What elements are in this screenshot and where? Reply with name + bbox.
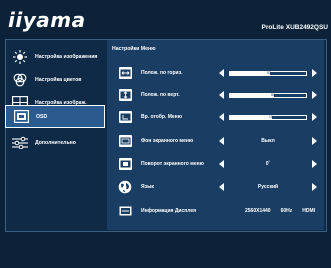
increase-arrow-icon[interactable] <box>312 69 317 77</box>
osd-background-icon <box>119 135 132 147</box>
row-osd-timer[interactable]: Вр. отобр. Меню 15 <box>107 109 324 127</box>
option-value: Выкл <box>261 138 275 144</box>
row-display-info: Информация Дисплея 2560X1440 60Hz HDMI <box>107 203 324 221</box>
color-palette-icon <box>11 72 29 88</box>
row-label: Фон экранного меню <box>141 138 194 144</box>
row-osd-background[interactable]: Фон экранного меню Выкл <box>107 133 324 151</box>
sidebar-item-label: Дополнительно <box>35 139 76 146</box>
model-name: ProLite XUB2492QSU <box>261 24 328 31</box>
option-value: Русский <box>257 184 279 190</box>
horizontal-position-icon <box>119 67 132 79</box>
previous-option-icon[interactable] <box>219 183 224 191</box>
logo: iiyama <box>8 8 86 32</box>
sidebar-item-picture-adjust[interactable]: Настройка изображения <box>5 45 105 68</box>
vertical-position-icon <box>119 89 132 101</box>
info-frequency: 60Hz <box>280 208 293 214</box>
horizontal-position-slider[interactable]: 53 <box>229 71 307 76</box>
row-label: Язык <box>141 184 154 190</box>
slider-fill <box>230 94 275 97</box>
sidebar-item-label: Настройка изображения <box>35 53 98 60</box>
osd-settings-panel: Настройки Меню Полож. по гориз. 53 Полож… <box>107 40 324 230</box>
previous-option-icon[interactable] <box>219 160 224 168</box>
sidebar-item-osd[interactable]: OSD <box>5 105 105 128</box>
slider-value: 53 <box>267 71 271 75</box>
row-osd-rotation[interactable]: Поворот экранного меню 0˚ <box>107 156 324 174</box>
row-label: Полож. по гориз. <box>141 70 183 76</box>
sliders-icon <box>11 135 29 151</box>
row-label: Вр. отобр. Меню <box>141 114 182 120</box>
slider-value: 15 <box>269 115 273 119</box>
info-resolution: 2560X1440 <box>245 208 271 214</box>
next-option-icon[interactable] <box>312 183 317 191</box>
sidebar-item-label: OSD <box>36 113 48 120</box>
brightness-icon <box>11 49 29 65</box>
sidebar-item-label: Настройка цветов <box>35 76 82 83</box>
osd-rotation-icon <box>119 158 132 170</box>
row-language[interactable]: Язык Русский <box>107 179 324 197</box>
decrease-arrow-icon[interactable] <box>219 113 224 121</box>
slider-value: 58 <box>271 93 275 97</box>
panel-title: Настройки Меню <box>112 46 156 52</box>
option-value: 0˚ <box>265 161 271 167</box>
row-horizontal-position[interactable]: Полож. по гориз. 53 <box>107 65 324 83</box>
row-vertical-position[interactable]: Полож. по верт. 58 <box>107 87 324 105</box>
previous-option-icon[interactable] <box>219 137 224 145</box>
display-info-values: 2560X1440 60Hz HDMI <box>245 208 325 214</box>
increase-arrow-icon[interactable] <box>312 91 317 99</box>
row-label: Поворот экранного меню <box>141 161 204 167</box>
increase-arrow-icon[interactable] <box>312 113 317 121</box>
slider-fill <box>230 72 271 75</box>
vertical-position-slider[interactable]: 58 <box>229 93 307 98</box>
row-label: Полож. по верт. <box>141 92 180 98</box>
decrease-arrow-icon[interactable] <box>219 91 224 99</box>
sidebar-item-color[interactable]: Настройка цветов <box>5 68 105 91</box>
display-info-icon <box>119 205 132 217</box>
decrease-arrow-icon[interactable] <box>219 69 224 77</box>
next-option-icon[interactable] <box>312 137 317 145</box>
row-label: Информация Дисплея <box>141 208 197 214</box>
slider-fill <box>230 116 272 119</box>
osd-icon <box>12 109 30 125</box>
sidebar-item-extra[interactable]: Дополнительно <box>5 131 105 154</box>
sidebar: Настройка изображения Настройка цветов Н… <box>5 39 105 231</box>
timer-icon <box>119 111 132 123</box>
globe-icon <box>118 180 132 194</box>
next-option-icon[interactable] <box>312 160 317 168</box>
osd-timer-slider[interactable]: 15 <box>229 115 307 120</box>
info-input: HDMI <box>302 208 316 214</box>
